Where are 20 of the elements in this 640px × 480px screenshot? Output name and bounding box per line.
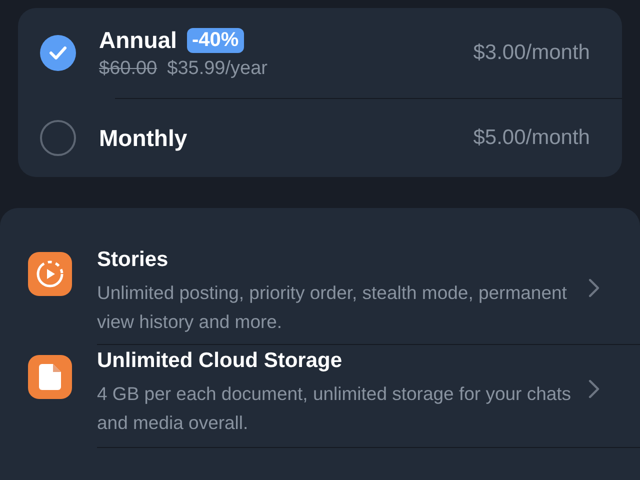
feature-description: Unlimited posting, priority order, stealth mode, permanent view history and more. [97,281,568,334]
monthly-price: $3.00/month [473,41,590,65]
discount-badge: -40% [186,28,244,52]
feature-description: 4 GB per each document, unlimited storage for your chats and media overall. [97,382,572,435]
feature-item[interactable]: Stories Unlimited posting, priority order, stealth mode, permanent view history and more. [0,244,640,344]
chevron-right-icon [588,379,600,399]
plan-name: Monthly [99,124,188,152]
feature-title: Stories [97,248,170,272]
feature-title: Unlimited Cloud Storage [97,349,344,373]
plan-price: $35.99/year [167,58,268,80]
feature-item[interactable]: Unlimited Cloud Storage 4 GB per each document, unlimited storage for your chats and media overall. [0,345,640,447]
old-price: $60.00 [99,58,158,80]
check-icon [49,46,67,60]
plan-name: Annual [99,26,177,54]
radio-button[interactable] [40,35,76,71]
radio-button[interactable] [40,120,76,156]
chevron-right-icon [588,278,600,298]
document-icon [39,364,61,390]
play-circle-icon [35,259,65,289]
monthly-price: $5.00/month [473,126,590,150]
